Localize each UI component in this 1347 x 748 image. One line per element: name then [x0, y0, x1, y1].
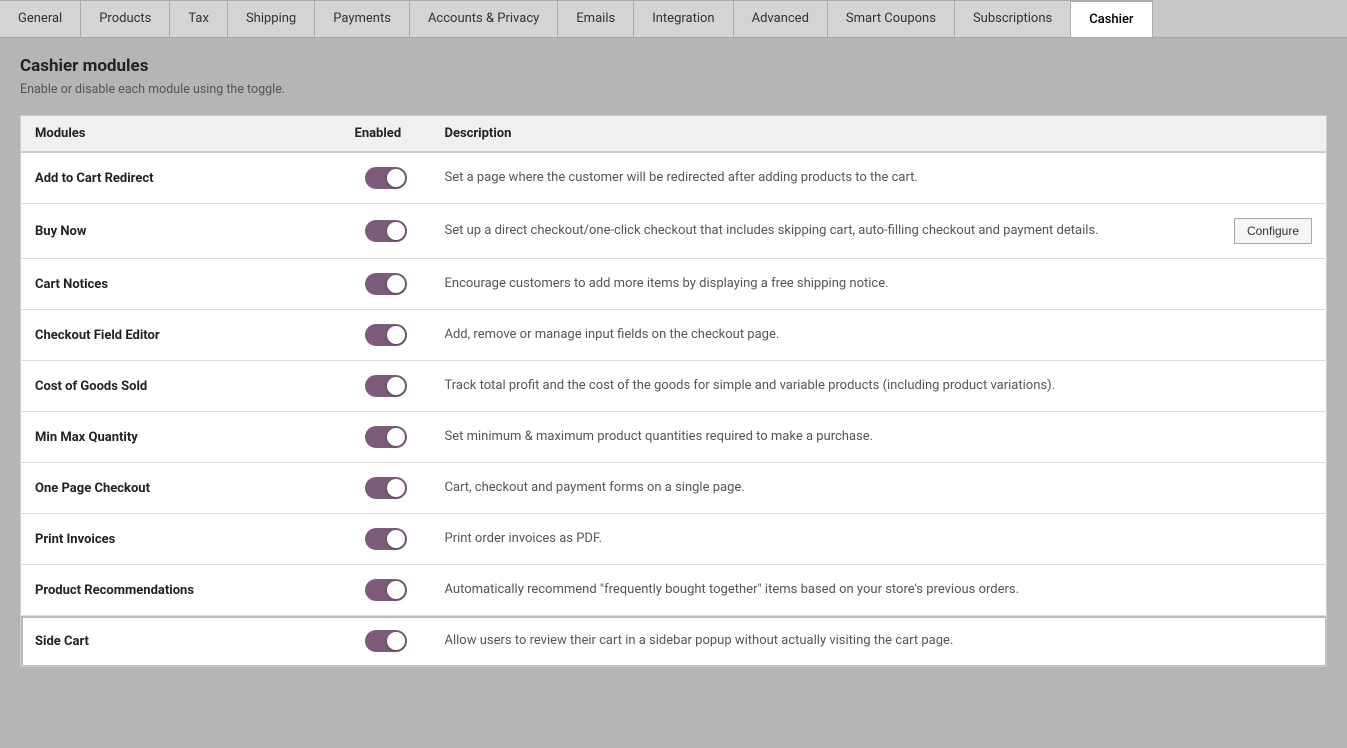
module-name-buy-now: Buy Now [35, 224, 86, 239]
configure-button-buy-now[interactable]: Configure [1234, 218, 1312, 244]
description-cost-of-goods-sold: Track total profit and the cost of the g… [445, 377, 1056, 395]
tab-cashier[interactable]: Cashier [1070, 0, 1152, 37]
tab-tax[interactable]: Tax [169, 0, 228, 37]
col-header-enabled: Enabled [341, 116, 431, 153]
page-subtitle: Enable or disable each module using the … [20, 82, 1327, 97]
tab-smart-coupons[interactable]: Smart Coupons [827, 0, 955, 37]
module-name-min-max-quantity: Min Max Quantity [35, 430, 138, 445]
table-row-product-recommendations: Product Recommendations Automatically rec… [21, 565, 1327, 616]
description-min-max-quantity: Set minimum & maximum product quantities… [445, 428, 874, 446]
description-product-recommendations: Automatically recommend "frequently boug… [445, 581, 1020, 599]
tab-integration[interactable]: Integration [633, 0, 733, 37]
tab-bar: GeneralProductsTaxShippingPaymentsAccoun… [0, 0, 1347, 38]
tab-payments[interactable]: Payments [314, 0, 410, 37]
module-name-product-recommendations: Product Recommendations [35, 583, 194, 598]
description-add-to-cart-redirect: Set a page where the customer will be re… [445, 169, 918, 187]
toggle-side-cart[interactable] [365, 630, 407, 652]
module-name-cost-of-goods-sold: Cost of Goods Sold [35, 379, 147, 394]
tab-subscriptions[interactable]: Subscriptions [954, 0, 1071, 37]
toggle-min-max-quantity[interactable] [365, 426, 407, 448]
module-name-add-to-cart-redirect: Add to Cart Redirect [35, 171, 154, 186]
module-name-side-cart: Side Cart [35, 634, 89, 649]
table-row-checkout-field-editor: Checkout Field Editor Add, remove or mana… [21, 310, 1327, 361]
modules-table: Modules Enabled Description Add to Cart … [20, 115, 1327, 667]
toggle-one-page-checkout[interactable] [365, 477, 407, 499]
table-row-buy-now: Buy Now Set up a direct checkout/one-clic… [21, 204, 1327, 259]
toggle-add-to-cart-redirect[interactable] [365, 167, 407, 189]
tab-emails[interactable]: Emails [557, 0, 634, 37]
tab-general[interactable]: General [0, 0, 81, 37]
description-buy-now: Set up a direct checkout/one-click check… [445, 222, 1099, 240]
description-cart-notices: Encourage customers to add more items by… [445, 275, 889, 293]
table-row-min-max-quantity: Min Max Quantity Set minimum & maximum pr… [21, 412, 1327, 463]
tab-products[interactable]: Products [80, 0, 170, 37]
module-name-print-invoices: Print Invoices [35, 532, 115, 547]
col-header-modules: Modules [21, 116, 341, 153]
table-row-side-cart: Side Cart Allow users to review their car… [21, 616, 1327, 667]
table-row-print-invoices: Print Invoices Print order invoices as PD… [21, 514, 1327, 565]
table-row-cart-notices: Cart Notices Encourage customers to add m… [21, 259, 1327, 310]
page-title: Cashier modules [20, 56, 1327, 76]
toggle-print-invoices[interactable] [365, 528, 407, 550]
col-header-description: Description [431, 116, 1327, 153]
toggle-cart-notices[interactable] [365, 273, 407, 295]
toggle-buy-now[interactable] [365, 220, 407, 242]
tab-advanced[interactable]: Advanced [733, 0, 828, 37]
module-name-cart-notices: Cart Notices [35, 277, 108, 292]
module-name-one-page-checkout: One Page Checkout [35, 481, 150, 496]
page-content: Cashier modules Enable or disable each m… [0, 38, 1347, 685]
toggle-checkout-field-editor[interactable] [365, 324, 407, 346]
description-checkout-field-editor: Add, remove or manage input fields on th… [445, 326, 780, 344]
tab-accounts-privacy[interactable]: Accounts & Privacy [409, 0, 558, 37]
description-side-cart: Allow users to review their cart in a si… [445, 632, 954, 650]
description-print-invoices: Print order invoices as PDF. [445, 530, 603, 548]
tab-shipping[interactable]: Shipping [227, 0, 315, 37]
toggle-cost-of-goods-sold[interactable] [365, 375, 407, 397]
toggle-product-recommendations[interactable] [365, 579, 407, 601]
module-name-checkout-field-editor: Checkout Field Editor [35, 328, 160, 343]
table-row-add-to-cart-redirect: Add to Cart Redirect Set a page where the… [21, 152, 1327, 204]
table-row-one-page-checkout: One Page Checkout Cart, checkout and paym… [21, 463, 1327, 514]
description-one-page-checkout: Cart, checkout and payment forms on a si… [445, 479, 745, 497]
table-row-cost-of-goods-sold: Cost of Goods Sold Track total profit and… [21, 361, 1327, 412]
